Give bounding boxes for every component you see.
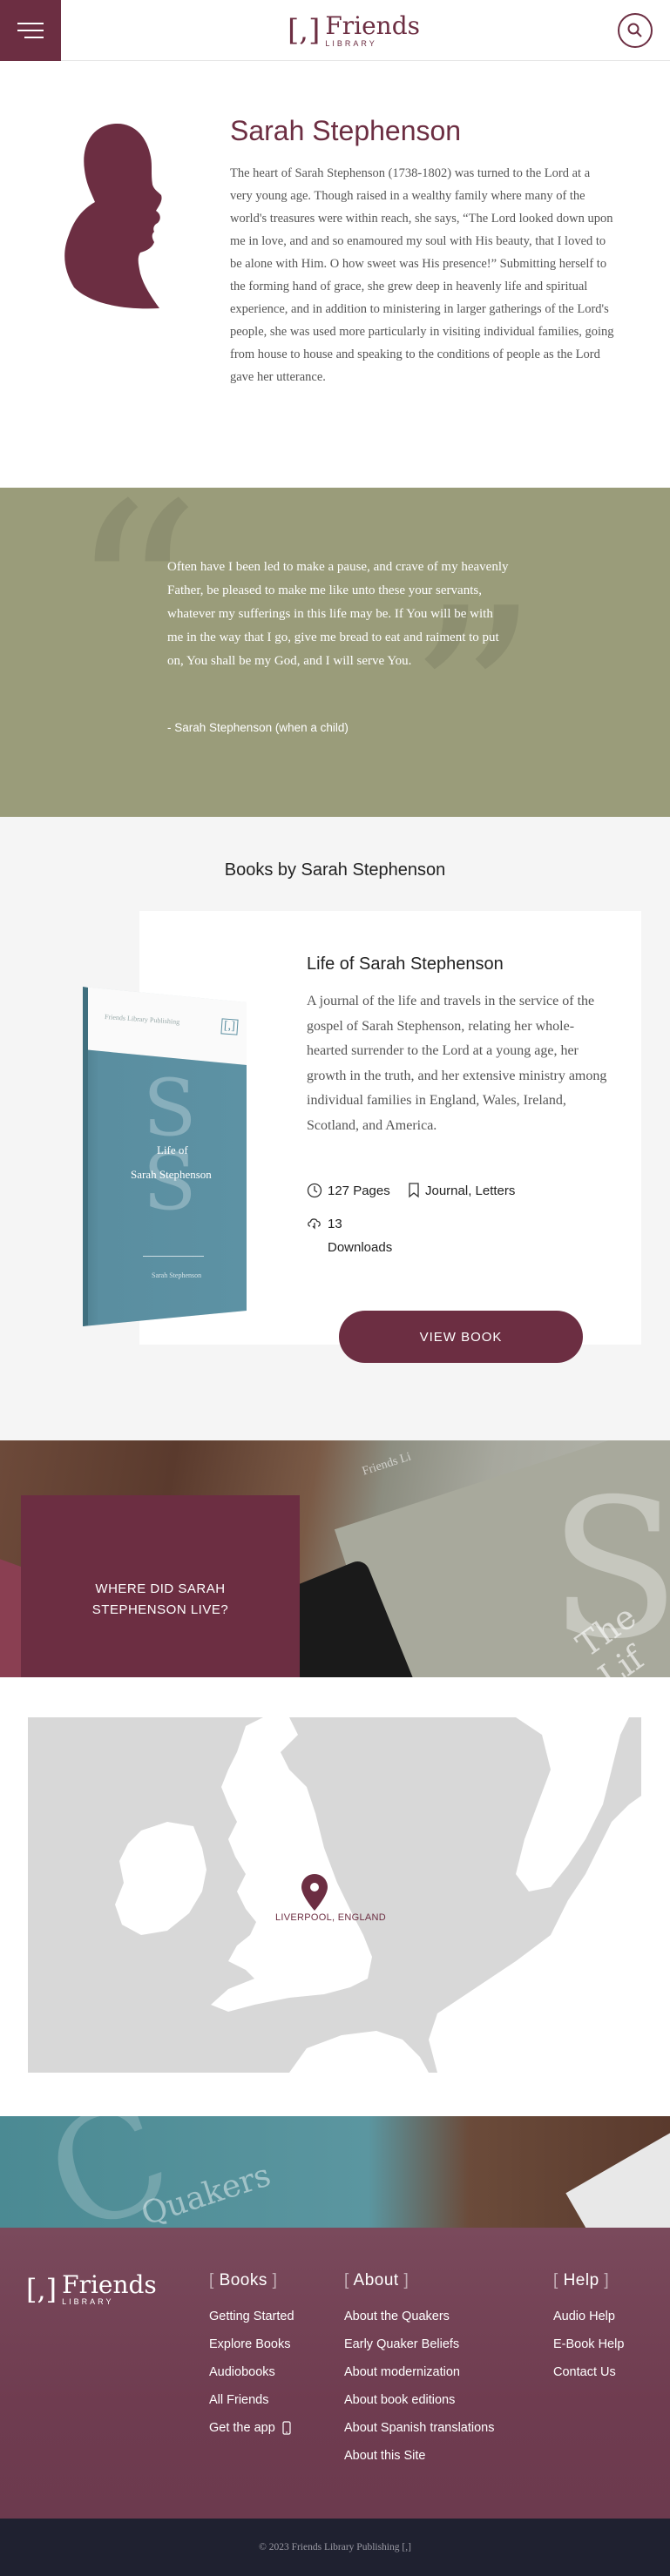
clock-icon (307, 1183, 322, 1198)
book-downloads-count: 13 (328, 1217, 342, 1231)
search-icon (627, 23, 642, 37)
footer-link-contact-us[interactable]: Contact Us (553, 2358, 624, 2386)
location-heading: WHERE DID SARAH STEPHENSON LIVE? (21, 1495, 300, 1704)
map-graphic (115, 1717, 641, 2073)
footer-logo-name: Friends (62, 2270, 157, 2299)
footer-link-ebook-help[interactable]: E-Book Help (553, 2330, 624, 2358)
book-pages-text: 127 Pages (328, 1183, 390, 1198)
map-location-label: LIVERPOOL, ENGLAND (275, 1912, 387, 1923)
decorative-books-image: C Quakers (0, 2116, 670, 2229)
quote-text: Often have I been led to make a pause, a… (167, 560, 509, 668)
author-description: The heart of Sarah Stephenson (1738-1802… (230, 166, 614, 384)
cover-logo-mark: [,] (220, 1018, 239, 1035)
site-logo[interactable]: [,] Friends LIBRARY (288, 10, 421, 51)
cover-title-line2: Sarah Stephenson (131, 1168, 212, 1181)
footer-link-explore-books[interactable]: Explore Books (209, 2330, 294, 2358)
site-header: [,] Friends LIBRARY (0, 0, 670, 61)
banner-book-publisher: Friends Li (360, 1450, 413, 1479)
cover-author: Sarah Stephenson (152, 1271, 202, 1279)
footer-link-all-friends[interactable]: All Friends (209, 2386, 294, 2414)
footer-link-about-spanish[interactable]: About Spanish translations (344, 2414, 495, 2442)
footer-about-column: [ About ] About the Quakers Early Quaker… (344, 2271, 495, 2470)
logo-sub: LIBRARY (325, 38, 377, 48)
cover-divider (143, 1256, 204, 1257)
footer-books-heading: Books (219, 2271, 267, 2289)
footer-about-heading: About (353, 2271, 399, 2289)
footer-logo-mark: [,] (26, 2273, 58, 2306)
footer-logo-sub: LIBRARY (62, 2297, 114, 2306)
footer-link-audio-help[interactable]: Audio Help (553, 2303, 624, 2330)
author-quote: “ ” Often have I been led to make a paus… (0, 488, 670, 817)
footer-link-audiobooks[interactable]: Audiobooks (209, 2358, 294, 2386)
bookmark-icon (409, 1183, 419, 1198)
copyright-text: © 2023 Friends Library Publishing [,] (259, 2542, 411, 2552)
author-name: Sarah Stephenson (230, 115, 462, 146)
footer-link-about-site[interactable]: About this Site (344, 2442, 495, 2470)
footer-help-heading: Help (563, 2271, 599, 2289)
book-tags-text: Journal, Letters (425, 1183, 516, 1198)
footer-link-get-the-app[interactable]: Get the app (209, 2414, 294, 2442)
author-silhouette-icon (64, 124, 162, 309)
footer-link-about-editions[interactable]: About book editions (344, 2386, 495, 2414)
logo-name: Friends (325, 10, 421, 40)
location-map[interactable] (28, 1717, 641, 2073)
copyright-bar: © 2023 Friends Library Publishing [,] (0, 2519, 670, 2576)
cloud-download-icon (308, 1218, 321, 1230)
search-button[interactable] (618, 13, 653, 48)
books-section-title: Books by Sarah Stephenson (224, 860, 446, 880)
map-section (0, 1677, 670, 2116)
hamburger-line (17, 30, 44, 31)
menu-button[interactable] (0, 0, 61, 61)
logo-mark: [,] (288, 13, 321, 48)
footer-link-early-beliefs[interactable]: Early Quaker Beliefs (344, 2330, 495, 2358)
book-downloads-label: Downloads (328, 1240, 393, 1255)
footer-link-get-the-app-label: Get the app (209, 2421, 275, 2435)
book-description: A journal of the life and travels in the… (307, 994, 607, 1133)
quote-attribution: - Sarah Stephenson (when a child) (167, 721, 349, 734)
footer-link-about-quakers[interactable]: About the Quakers (344, 2303, 495, 2330)
hamburger-line (17, 23, 44, 24)
footer-books-column: [ Books ] Getting Started Explore Books … (209, 2271, 294, 2442)
phone-icon (282, 2421, 291, 2435)
book-tags: Journal, Letters (408, 1183, 515, 1198)
footer-help-column: [ Help ] Audio Help E-Book Help Contact … (553, 2271, 624, 2386)
site-footer: [,] Friends LIBRARY [ Books ] Getting St… (0, 2228, 670, 2519)
book-pages: 127 Pages (307, 1183, 390, 1198)
hamburger-line (24, 37, 44, 38)
footer-link-getting-started[interactable]: Getting Started (209, 2303, 294, 2330)
book-downloads: 13 Downloads (307, 1216, 392, 1259)
footer-link-about-modernization[interactable]: About modernization (344, 2358, 495, 2386)
author-bio: Sarah Stephenson The heart of Sarah Step… (0, 61, 670, 488)
footer-logo[interactable]: [,] Friends LIBRARY (26, 2270, 157, 2307)
strip-right-book-image (565, 2132, 670, 2229)
cover-title-line1: Life of (157, 1143, 188, 1157)
book-title[interactable]: Life of Sarah Stephenson (307, 954, 504, 974)
view-book-button[interactable]: VIEW BOOK (339, 1311, 583, 1363)
